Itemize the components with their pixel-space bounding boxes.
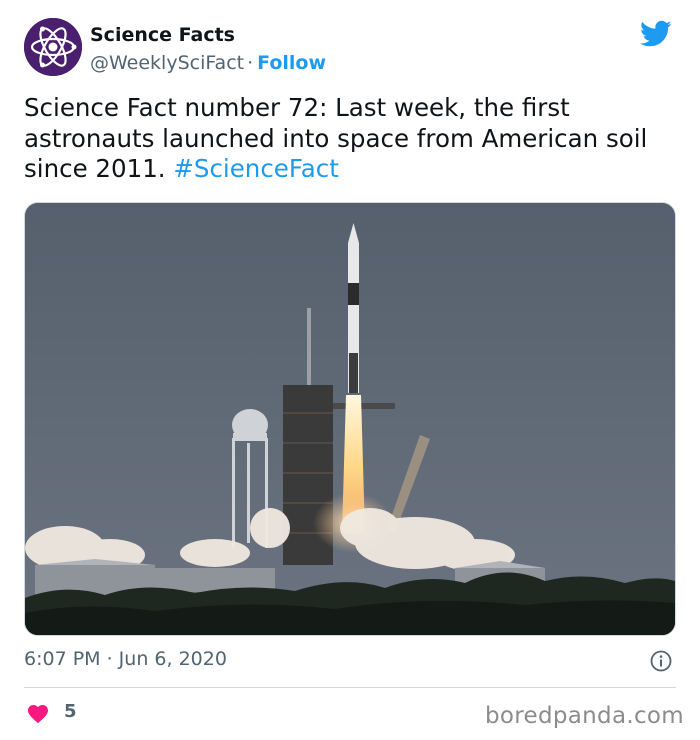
rocket-launch-image (25, 203, 675, 635)
author-name[interactable]: Science Facts (90, 24, 235, 46)
divider (24, 687, 676, 688)
handle-row: @WeeklySciFact · Follow (90, 52, 326, 74)
hashtag-link[interactable]: #ScienceFact (173, 154, 338, 183)
author-handle[interactable]: @WeeklySciFact (90, 52, 244, 74)
avatar[interactable] (24, 18, 82, 76)
tweet-photo[interactable] (24, 202, 676, 636)
tweet-text: Science Fact number 72: Last week, the f… (24, 93, 679, 185)
twitter-bird-icon[interactable] (640, 20, 672, 48)
tweet-header: Science Facts @WeeklySciFact · Follow (24, 18, 676, 80)
watermark: boredpanda.com (485, 703, 684, 729)
separator: · (247, 52, 254, 74)
follow-button[interactable]: Follow (257, 52, 326, 74)
tweet-timestamp[interactable]: 6:07 PM · Jun 6, 2020 (24, 648, 227, 670)
heart-icon[interactable] (26, 702, 50, 724)
atom-logo-icon (24, 18, 82, 76)
like-count: 5 (64, 701, 77, 722)
info-circle-icon[interactable] (650, 650, 672, 672)
